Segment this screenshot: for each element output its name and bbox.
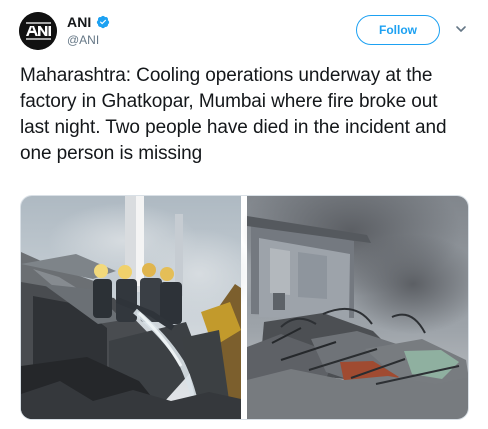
tweet-card: ANI @ANI Follow Maharashtra: Cooling ope… [0, 0, 488, 429]
account-handle[interactable]: @ANI [67, 33, 99, 47]
display-name[interactable]: ANI [67, 13, 91, 31]
ani-logo-icon [19, 12, 57, 50]
avatar[interactable] [19, 12, 57, 50]
tweet-text: Maharashtra: Cooling operations underway… [20, 65, 447, 164]
chevron-down-icon[interactable] [455, 23, 467, 35]
photo-icon [21, 196, 468, 419]
follow-button[interactable]: Follow [356, 15, 440, 45]
account-name-row[interactable]: ANI [67, 13, 110, 31]
tweet-media[interactable] [20, 195, 469, 420]
verified-icon [96, 15, 110, 29]
